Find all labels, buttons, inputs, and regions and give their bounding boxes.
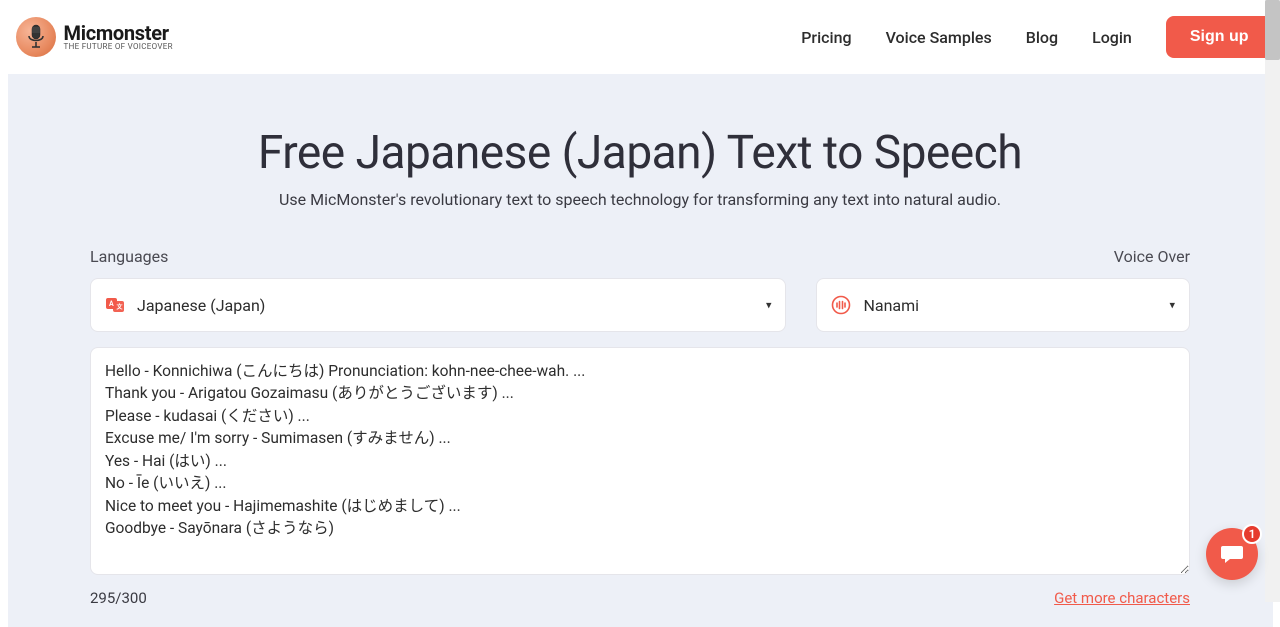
page-subtitle: Use MicMonster's revolutionary text to s… bbox=[90, 190, 1190, 209]
page-title: Free Japanese (Japan) Text to Speech bbox=[90, 126, 1190, 180]
language-select[interactable]: A 文 Japanese (Japan) ▾ bbox=[90, 278, 786, 332]
scrollbar-track[interactable] bbox=[1265, 0, 1280, 602]
voice-value: Nanami bbox=[863, 296, 919, 315]
logo[interactable]: Micmonster THE FUTURE OF VOICEOVER bbox=[8, 17, 173, 57]
voiceover-label: Voice Over bbox=[1114, 247, 1190, 266]
languages-label: Languages bbox=[90, 247, 168, 266]
svg-text:A: A bbox=[109, 300, 114, 308]
brand-tagline: THE FUTURE OF VOICEOVER bbox=[64, 43, 173, 51]
main-section: Free Japanese (Japan) Text to Speech Use… bbox=[8, 74, 1273, 627]
nav-pricing[interactable]: Pricing bbox=[801, 28, 851, 47]
microphone-icon bbox=[16, 17, 56, 57]
nav: Pricing Voice Samples Blog Login Sign up bbox=[801, 16, 1272, 58]
get-more-characters-link[interactable]: Get more characters bbox=[1054, 589, 1190, 607]
nav-login[interactable]: Login bbox=[1092, 28, 1132, 47]
chevron-down-icon: ▾ bbox=[766, 299, 772, 312]
nav-blog[interactable]: Blog bbox=[1026, 28, 1058, 47]
chevron-down-icon: ▾ bbox=[1169, 299, 1175, 312]
chat-icon bbox=[1219, 541, 1245, 567]
language-value: Japanese (Japan) bbox=[137, 296, 265, 315]
signup-button[interactable]: Sign up bbox=[1166, 16, 1273, 58]
header: Micmonster THE FUTURE OF VOICEOVER Prici… bbox=[8, 0, 1273, 74]
chat-badge: 1 bbox=[1242, 524, 1262, 544]
svg-text:文: 文 bbox=[116, 303, 124, 311]
nav-voice-samples[interactable]: Voice Samples bbox=[886, 28, 992, 47]
voice-select[interactable]: Nanami ▾ bbox=[816, 278, 1190, 332]
sound-wave-icon bbox=[831, 295, 851, 315]
chat-widget-button[interactable]: 1 bbox=[1206, 528, 1258, 580]
character-count: 295/300 bbox=[90, 589, 147, 607]
translate-icon: A 文 bbox=[105, 295, 125, 315]
brand-name: Micmonster bbox=[64, 23, 173, 43]
text-input[interactable] bbox=[90, 347, 1190, 575]
scrollbar-thumb[interactable] bbox=[1265, 0, 1280, 60]
